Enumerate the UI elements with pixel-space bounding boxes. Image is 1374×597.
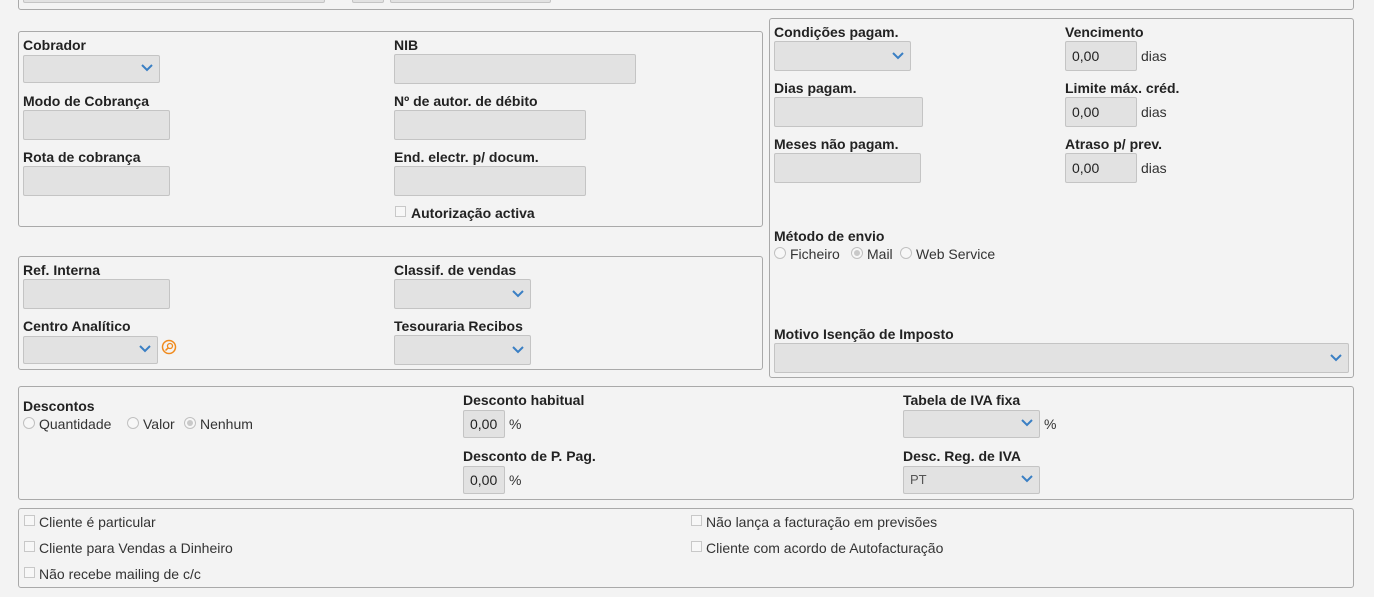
end-electr-label: End. electr. p/ docum. [394, 149, 539, 165]
metodo-mail-label: Mail [867, 246, 893, 262]
end-electr-input[interactable] [394, 166, 586, 196]
desconto-ppag-label: Desconto de P. Pag. [463, 448, 596, 464]
dias-pagam-label: Dias pagam. [774, 80, 857, 96]
mailing-checkbox[interactable] [24, 567, 35, 578]
autorizacao-checkbox[interactable] [395, 206, 406, 217]
reg-iva-select[interactable]: PT [903, 466, 1040, 494]
limite-label: Limite máx. créd. [1065, 80, 1180, 96]
descontos-panel [18, 386, 1354, 500]
motivo-isencao-select[interactable] [774, 343, 1349, 373]
nib-input[interactable] [394, 54, 636, 84]
chevron-down-icon [512, 346, 524, 354]
tesouraria-label: Tesouraria Recibos [394, 318, 523, 334]
centro-analitico-select[interactable] [23, 336, 158, 364]
desconto-habitual-percent: % [509, 416, 522, 432]
autor-debito-label: Nº de autor. de débito [394, 93, 538, 109]
condicoes-label: Condições pagam. [774, 24, 899, 40]
top-field-3[interactable] [390, 0, 551, 3]
classif-vendas-select[interactable] [394, 279, 531, 309]
metodo-envio-label: Método de envio [774, 228, 885, 244]
desconto-quantidade-radio[interactable] [23, 417, 35, 429]
desconto-nenhum-radio[interactable] [184, 417, 196, 429]
vencimento-unit: dias [1141, 48, 1167, 64]
mailing-label: Não recebe mailing de c/c [39, 566, 201, 582]
autofacturacao-label: Cliente com acordo de Autofacturação [706, 540, 944, 556]
classif-vendas-label: Classif. de vendas [394, 262, 517, 278]
metodo-webservice-label: Web Service [916, 246, 996, 262]
ref-interna-input[interactable] [23, 279, 170, 309]
meses-input[interactable] [774, 153, 921, 183]
motivo-isencao-label: Motivo Isenção de Imposto [774, 326, 954, 342]
pagamento-panel [769, 18, 1354, 378]
reg-iva-label: Desc. Reg. de IVA [903, 448, 1022, 464]
limite-input[interactable]: 0,00 [1065, 97, 1137, 127]
rota-cobranca-label: Rota de cobrança [23, 149, 141, 165]
previsoes-label: Não lança a facturação em previsões [706, 514, 938, 530]
chevron-down-icon [139, 345, 151, 353]
autorizacao-label: Autorização activa [411, 205, 535, 221]
search-icon[interactable] [161, 339, 177, 355]
particular-label: Cliente é particular [39, 514, 156, 530]
tesouraria-select[interactable] [394, 335, 531, 365]
desconto-habitual-input[interactable]: 0,00 [463, 410, 505, 438]
descontos-label: Descontos [23, 398, 95, 414]
limite-unit: dias [1141, 104, 1167, 120]
metodo-ficheiro-radio[interactable] [774, 247, 786, 259]
chevron-down-icon [1330, 354, 1342, 362]
desconto-ppag-input[interactable]: 0,00 [463, 466, 505, 494]
autor-debito-input[interactable] [394, 110, 586, 140]
vencimento-input[interactable]: 0,00 [1065, 41, 1137, 71]
chevron-down-icon [1021, 419, 1033, 427]
vencimento-label: Vencimento [1065, 24, 1144, 40]
autofacturacao-checkbox[interactable] [691, 541, 702, 552]
chevron-down-icon [892, 52, 904, 60]
chevron-down-icon [512, 290, 524, 298]
dinheiro-checkbox[interactable] [24, 541, 35, 552]
modo-cobranca-label: Modo de Cobrança [23, 93, 150, 109]
top-field-1[interactable] [23, 0, 325, 3]
nib-label: NIB [394, 37, 419, 53]
iva-fixa-select[interactable] [903, 410, 1040, 438]
cobrador-label: Cobrador [23, 37, 86, 53]
particular-checkbox[interactable] [24, 515, 35, 526]
desconto-quantidade-label: Quantidade [39, 416, 112, 432]
meses-label: Meses não pagam. [774, 136, 899, 152]
desconto-habitual-label: Desconto habitual [463, 392, 585, 408]
chevron-down-icon [141, 64, 153, 72]
desconto-valor-radio[interactable] [127, 417, 139, 429]
iva-fixa-percent: % [1044, 416, 1057, 432]
previsoes-checkbox[interactable] [691, 515, 702, 526]
atraso-label: Atraso p/ prev. [1065, 136, 1162, 152]
top-field-2[interactable] [352, 0, 384, 3]
ref-interna-label: Ref. Interna [23, 262, 101, 278]
desconto-valor-label: Valor [143, 416, 175, 432]
atraso-input[interactable]: 0,00 [1065, 153, 1137, 183]
metodo-webservice-radio[interactable] [900, 247, 912, 259]
chevron-down-icon [1021, 475, 1033, 483]
dias-pagam-input[interactable] [774, 97, 923, 127]
metodo-mail-radio[interactable] [851, 247, 863, 259]
iva-fixa-label: Tabela de IVA fixa [903, 392, 1021, 408]
modo-cobranca-input[interactable] [23, 110, 170, 140]
centro-analitico-label: Centro Analítico [23, 318, 131, 334]
desconto-nenhum-label: Nenhum [200, 416, 253, 432]
cobrador-select[interactable] [23, 55, 160, 83]
condicoes-select[interactable] [774, 41, 911, 71]
reg-iva-value: PT [910, 472, 927, 487]
rota-cobranca-input[interactable] [23, 166, 170, 196]
atraso-unit: dias [1141, 160, 1167, 176]
desconto-ppag-percent: % [509, 472, 522, 488]
metodo-ficheiro-label: Ficheiro [790, 246, 840, 262]
dinheiro-label: Cliente para Vendas a Dinheiro [39, 540, 233, 556]
top-panel [18, 0, 1354, 10]
